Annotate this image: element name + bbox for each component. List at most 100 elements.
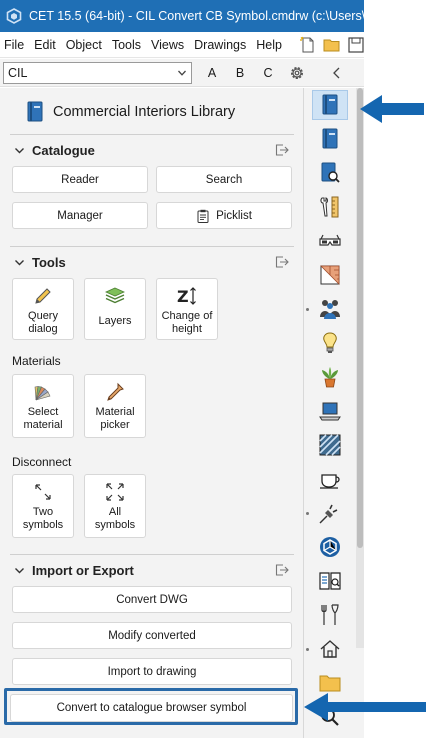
book-search-icon xyxy=(321,162,340,183)
plug-icon xyxy=(319,504,338,524)
catalogue-heading: Catalogue xyxy=(32,142,95,158)
query-dialog-tile[interactable]: Query dialog xyxy=(12,278,74,340)
annotation-arrow-bottom xyxy=(304,693,426,721)
menu-views[interactable]: Views xyxy=(146,38,189,52)
tools-icon xyxy=(320,196,339,218)
select-material-label: Select material xyxy=(23,406,63,431)
kitchen-tools-icon xyxy=(321,604,339,625)
change-height-tile[interactable]: Z Change of height xyxy=(156,278,218,340)
manager-button[interactable]: Manager xyxy=(12,202,148,229)
open-folder-icon[interactable] xyxy=(323,36,341,54)
import-to-drawing-button[interactable]: Import to drawing xyxy=(12,658,292,685)
cet-app-icon xyxy=(6,8,22,24)
export-icon[interactable] xyxy=(274,142,290,158)
menu-bar: File Edit Object Tools Views Drawings He… xyxy=(0,32,364,58)
section-divider xyxy=(10,134,294,135)
two-symbols-tile[interactable]: Two symbols xyxy=(12,474,74,538)
toolbar-flooring[interactable] xyxy=(312,430,348,460)
modify-converted-button[interactable]: Modify converted xyxy=(12,622,292,649)
import-export-heading: Import or Export xyxy=(32,562,134,578)
gear-icon[interactable] xyxy=(288,64,306,82)
scrollbar-thumb[interactable] xyxy=(357,88,363,548)
clipboard-icon xyxy=(197,209,209,223)
chevron-left-icon[interactable] xyxy=(328,64,346,82)
all-symbols-tile[interactable]: All symbols xyxy=(84,474,146,538)
expand-arrows-icon xyxy=(106,483,124,501)
export-icon[interactable] xyxy=(274,254,290,270)
book-icon xyxy=(27,101,43,122)
svg-text:Z: Z xyxy=(177,287,189,306)
diagonal-arrows-icon xyxy=(35,484,51,500)
menu-drawings[interactable]: Drawings xyxy=(189,38,251,52)
chevron-down-icon xyxy=(15,567,24,573)
select-material-tile[interactable]: Select material xyxy=(12,374,74,438)
group-dot xyxy=(306,512,309,515)
tools-section-header[interactable]: Tools xyxy=(14,252,294,272)
3d-glasses-icon xyxy=(319,234,341,246)
annotation-arrow-top xyxy=(360,95,424,123)
title-bar: CET 15.5 (64-bit) - CIL Convert CB Symbo… xyxy=(0,0,364,32)
toolbar-office[interactable] xyxy=(312,396,348,426)
save-icon[interactable] xyxy=(347,36,364,54)
toolbar-home[interactable] xyxy=(312,634,348,664)
menu-tools[interactable]: Tools xyxy=(107,38,146,52)
library-selector-row: CIL A B C xyxy=(0,59,364,87)
filter-b-button[interactable]: B xyxy=(226,66,254,80)
tools-heading: Tools xyxy=(32,254,66,270)
chevron-down-icon xyxy=(15,259,24,265)
new-file-icon[interactable] xyxy=(299,36,317,54)
library-panel: Commercial Interiors Library Catalogue R… xyxy=(0,88,304,738)
toolbar-scrollbar[interactable] xyxy=(356,88,364,648)
library-header: Commercial Interiors Library xyxy=(26,100,235,124)
tiles-icon xyxy=(319,434,341,456)
library-combo-value: CIL xyxy=(8,65,28,80)
eyedropper-icon xyxy=(107,382,124,401)
toolbar-sketchup[interactable] xyxy=(312,532,348,562)
menu-edit[interactable]: Edit xyxy=(29,38,61,52)
disconnect-label: Disconnect xyxy=(12,455,72,469)
two-symbols-label: Two symbols xyxy=(22,506,64,531)
section-divider xyxy=(10,554,294,555)
reader-button[interactable]: Reader xyxy=(12,166,148,193)
toolbar-plants[interactable] xyxy=(312,362,348,392)
toolbar-catalogue-search[interactable] xyxy=(312,158,348,188)
menu-object[interactable]: Object xyxy=(61,38,107,52)
toolbar-people[interactable] xyxy=(312,294,348,324)
toolbar-catalogue[interactable] xyxy=(312,124,348,154)
toolbar-commercial-interiors[interactable] xyxy=(312,90,348,120)
sketchup-icon xyxy=(320,537,340,557)
chevron-down-icon xyxy=(178,70,186,76)
toolbar-3d-view[interactable] xyxy=(312,226,348,256)
catalogue-section-header[interactable]: Catalogue xyxy=(14,140,294,160)
filter-a-button[interactable]: A xyxy=(198,66,226,80)
pencil-icon xyxy=(35,288,51,304)
toolbar-electrical[interactable] xyxy=(312,498,348,528)
toolbar-walls[interactable] xyxy=(312,260,348,290)
menu-file[interactable]: File xyxy=(0,38,29,52)
library-combo[interactable]: CIL xyxy=(3,61,192,84)
materials-label: Materials xyxy=(12,354,61,368)
toolbar-lighting[interactable] xyxy=(312,328,348,358)
toolbar-kitchen[interactable] xyxy=(312,464,348,494)
toolbar-catalogue-browser[interactable] xyxy=(312,566,348,596)
wall-icon xyxy=(320,265,340,285)
change-height-label: Change of height xyxy=(161,310,213,335)
picklist-button[interactable]: Picklist xyxy=(156,202,292,229)
query-dialog-label: Query dialog xyxy=(28,310,58,335)
book-icon xyxy=(322,128,338,149)
search-button[interactable]: Search xyxy=(156,166,292,193)
filter-c-button[interactable]: C xyxy=(254,66,282,80)
export-icon[interactable] xyxy=(274,562,290,578)
toolbar-food-service[interactable] xyxy=(312,600,348,630)
toolbar-tools[interactable] xyxy=(312,192,348,222)
extensions-toolbar xyxy=(304,88,364,738)
all-symbols-label: All symbols xyxy=(94,506,136,531)
lightbulb-icon xyxy=(323,332,337,353)
menu-help[interactable]: Help xyxy=(251,38,287,52)
coffee-cup-icon xyxy=(320,474,340,489)
group-dot xyxy=(306,308,309,311)
layers-tile[interactable]: Layers xyxy=(84,278,146,340)
material-picker-tile[interactable]: Material picker xyxy=(84,374,146,438)
import-export-section-header[interactable]: Import or Export xyxy=(14,560,294,580)
convert-dwg-button[interactable]: Convert DWG xyxy=(12,586,292,613)
